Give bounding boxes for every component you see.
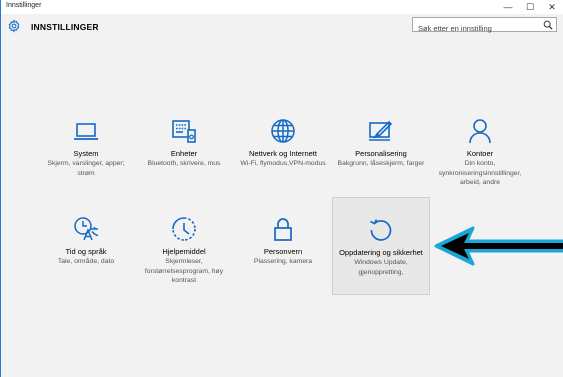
tile-description: Bakgrunn, låseskjerm, farger (337, 160, 425, 167)
tile-network[interactable]: Nettverk og Internett Wi-Fi, flymodus,VP… (234, 118, 332, 169)
tile-accounts[interactable]: Kontoer Din konto, synkroniseringsinnsti… (431, 118, 529, 188)
devices-icon (172, 120, 196, 143)
laptop-icon (74, 123, 98, 140)
close-button[interactable]: ✕ (541, 1, 563, 13)
tile-description: Din konto, synkroniseringsinnstillinger,… (438, 160, 522, 186)
tile-description: Bluetooth, skrivere, mus (147, 160, 221, 167)
tile-privacy[interactable]: Personvern Plassering, kamera (234, 216, 332, 267)
tile-label: Tid og språk (65, 247, 107, 256)
tile-devices[interactable]: Enheter Bluetooth, skrivere, mus (135, 118, 233, 169)
tile-label: Enheter (170, 149, 198, 158)
tile-label: Kontoer (466, 149, 494, 158)
time-language-icon (74, 217, 99, 241)
search-input[interactable] (413, 22, 543, 35)
tile-label: Oppdatering og sikkerhet (339, 248, 423, 257)
tile-description: Skjermleser, forstørrelsesprogram, høy k… (144, 258, 224, 284)
tile-personalization[interactable]: Personalisering Bakgrunn, låseskjerm, fa… (332, 118, 430, 169)
title-bar: Innstillinger — ☐ ✕ (1, 0, 563, 14)
gear-icon[interactable] (7, 19, 21, 33)
search-icon[interactable] (543, 20, 553, 30)
tile-time-language[interactable]: Tid og språk Tale, område, dato (37, 216, 135, 267)
lock-icon (274, 218, 292, 241)
page-title: INNSTILLINGER (31, 22, 99, 32)
refresh-icon (370, 219, 392, 241)
ease-of-access-icon (172, 217, 196, 241)
tile-label: System (73, 149, 99, 158)
maximize-button[interactable]: ☐ (519, 1, 541, 13)
minimize-button[interactable]: — (497, 1, 519, 13)
tile-label: Personvern (263, 247, 303, 256)
tile-description: Tale, område, dato (57, 258, 115, 265)
globe-icon (271, 119, 295, 143)
tile-description: Skjerm, varslinger, apper; strøm (47, 160, 125, 177)
paint-icon (369, 120, 393, 141)
tile-label: Hjelpemiddel (162, 247, 206, 256)
window-title: Innstillinger (6, 2, 42, 9)
tile-update-security[interactable]: Oppdatering og sikkerhet Windows Update,… (332, 197, 430, 295)
tile-label: Nettverk og Internett (249, 149, 317, 158)
person-icon (469, 119, 491, 144)
tile-description: Plassering, kamera (253, 258, 313, 265)
pointer-arrow (434, 226, 563, 266)
search-box[interactable] (412, 17, 557, 35)
tile-system[interactable]: System Skjerm, varslinger, apper; strøm (37, 118, 135, 178)
settings-window: Innstillinger — ☐ ✕ INNSTILLINGER System… (0, 0, 563, 377)
tile-label: Personalisering (355, 149, 407, 158)
tile-description: Windows Update, gjenoppretting, (354, 259, 408, 276)
tile-description: Wi-Fi, flymodus,VPN-modus (240, 160, 326, 167)
tile-ease-of-access[interactable]: Hjelpemiddel Skjermleser, forstørrelsesp… (135, 216, 233, 286)
